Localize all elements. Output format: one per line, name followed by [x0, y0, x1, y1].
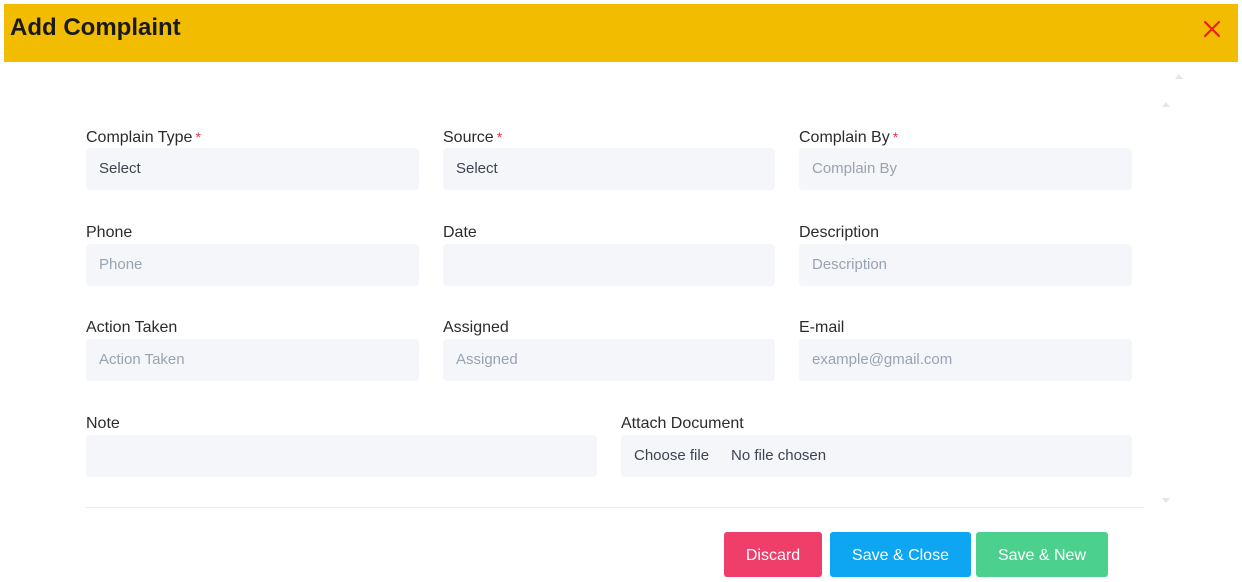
complain-by-field: Complain By * [799, 128, 1132, 190]
close-icon[interactable] [1200, 17, 1224, 41]
dialog-title: Add Complaint [10, 14, 181, 41]
footer-divider [86, 507, 1144, 508]
dialog-header: Add Complaint [4, 4, 1238, 62]
required-mark: * [892, 129, 899, 145]
email-label: E-mail [799, 319, 845, 336]
discard-button[interactable]: Discard [724, 532, 822, 577]
action-taken-input[interactable] [86, 339, 419, 381]
complain-type-label: Complain Type * [86, 129, 201, 146]
complain-by-label: Complain By * [799, 129, 899, 146]
assigned-input[interactable] [443, 339, 775, 381]
attach-document-field: Attach Document Choose file No file chos… [621, 415, 1132, 477]
note-field: Note [86, 415, 597, 477]
date-field: Date [443, 224, 775, 286]
save-close-button[interactable]: Save & Close [830, 532, 971, 577]
file-input[interactable]: Choose file No file chosen [621, 435, 1132, 477]
note-input[interactable] [86, 435, 597, 477]
source-select[interactable]: Select [443, 148, 775, 190]
email-field: E-mail [799, 319, 1132, 381]
scroll-up-arrow-icon[interactable] [1175, 74, 1183, 79]
phone-field: Phone [86, 224, 419, 286]
assigned-label: Assigned [443, 319, 509, 336]
save-new-button[interactable]: Save & New [976, 532, 1108, 577]
date-input[interactable] [443, 244, 775, 286]
complain-type-field: Complain Type * Select [86, 128, 419, 190]
phone-input[interactable] [86, 244, 419, 286]
file-status: No file chosen [731, 447, 827, 464]
note-label: Note [86, 415, 120, 432]
complain-by-input[interactable] [799, 148, 1132, 190]
phone-label: Phone [86, 224, 133, 241]
required-mark: * [195, 129, 201, 145]
source-label: Source * [443, 129, 503, 146]
action-taken-label: Action Taken [86, 319, 178, 336]
email-input[interactable] [799, 339, 1132, 381]
attach-document-label: Attach Document [621, 415, 744, 432]
choose-file-button[interactable]: Choose file [634, 435, 709, 477]
required-mark: * [496, 129, 503, 145]
source-field: Source * Select [443, 128, 775, 190]
complain-type-select[interactable]: Select [86, 148, 419, 190]
date-label: Date [443, 224, 477, 241]
assigned-field: Assigned [443, 319, 775, 381]
action-taken-field: Action Taken [86, 319, 419, 381]
description-label: Description [799, 224, 880, 241]
description-field: Description [799, 224, 1132, 286]
scroll-down-arrow-icon[interactable] [1162, 498, 1170, 503]
description-input[interactable] [799, 244, 1132, 286]
scroll-up-arrow-icon-inner[interactable] [1162, 102, 1170, 107]
